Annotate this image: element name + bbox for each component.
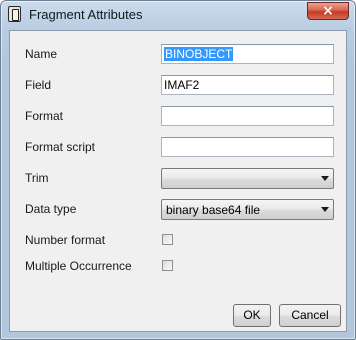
name-input[interactable]: BINOBJECT (161, 44, 334, 64)
chevron-down-icon (321, 207, 329, 212)
chevron-down-icon (321, 176, 329, 181)
multiple-occurrence-label: Multiple Occurrence (25, 259, 132, 273)
trim-select[interactable] (161, 168, 334, 189)
multiple-occurrence-checkbox[interactable] (162, 260, 173, 271)
trim-row: Trim (10, 166, 346, 190)
multiple-occurrence-row: Multiple Occurrence (10, 254, 346, 278)
number-format-checkbox[interactable] (162, 234, 173, 245)
cancel-button[interactable]: Cancel (279, 304, 341, 327)
format-row: Format (10, 104, 346, 128)
title-bar[interactable]: Fragment Attributes × (1, 1, 355, 29)
data-type-select-value: binary base64 file (166, 203, 261, 217)
ok-button[interactable]: OK (233, 304, 271, 327)
document-icon-inner (12, 9, 19, 21)
field-input-value: IMAF2 (164, 78, 200, 92)
format-input[interactable] (161, 106, 334, 126)
window-title: Fragment Attributes (29, 7, 143, 22)
field-row: Field IMAF2 (10, 73, 346, 97)
close-button[interactable]: × (307, 2, 349, 20)
data-type-select[interactable]: binary base64 file (161, 199, 334, 220)
data-type-row: Data type binary base64 file (10, 197, 346, 221)
number-format-label: Number format (25, 233, 106, 247)
field-input[interactable]: IMAF2 (161, 75, 334, 95)
format-script-input[interactable] (161, 137, 334, 157)
dialog-window: Fragment Attributes × Name BINOBJECT Fie… (0, 0, 356, 340)
name-label: Name (25, 47, 58, 61)
dialog-content: Name BINOBJECT Field IMAF2 Format Format… (9, 30, 347, 332)
name-input-value: BINOBJECT (164, 47, 234, 61)
field-label: Field (25, 78, 52, 92)
document-icon (8, 6, 21, 22)
close-icon: × (322, 3, 334, 19)
data-type-label: Data type (25, 202, 77, 216)
format-script-label: Format script (25, 140, 96, 154)
format-script-row: Format script (10, 135, 346, 159)
number-format-row: Number format (10, 228, 346, 252)
format-label: Format (25, 109, 64, 123)
name-row: Name BINOBJECT (10, 42, 346, 66)
trim-label: Trim (25, 171, 49, 185)
